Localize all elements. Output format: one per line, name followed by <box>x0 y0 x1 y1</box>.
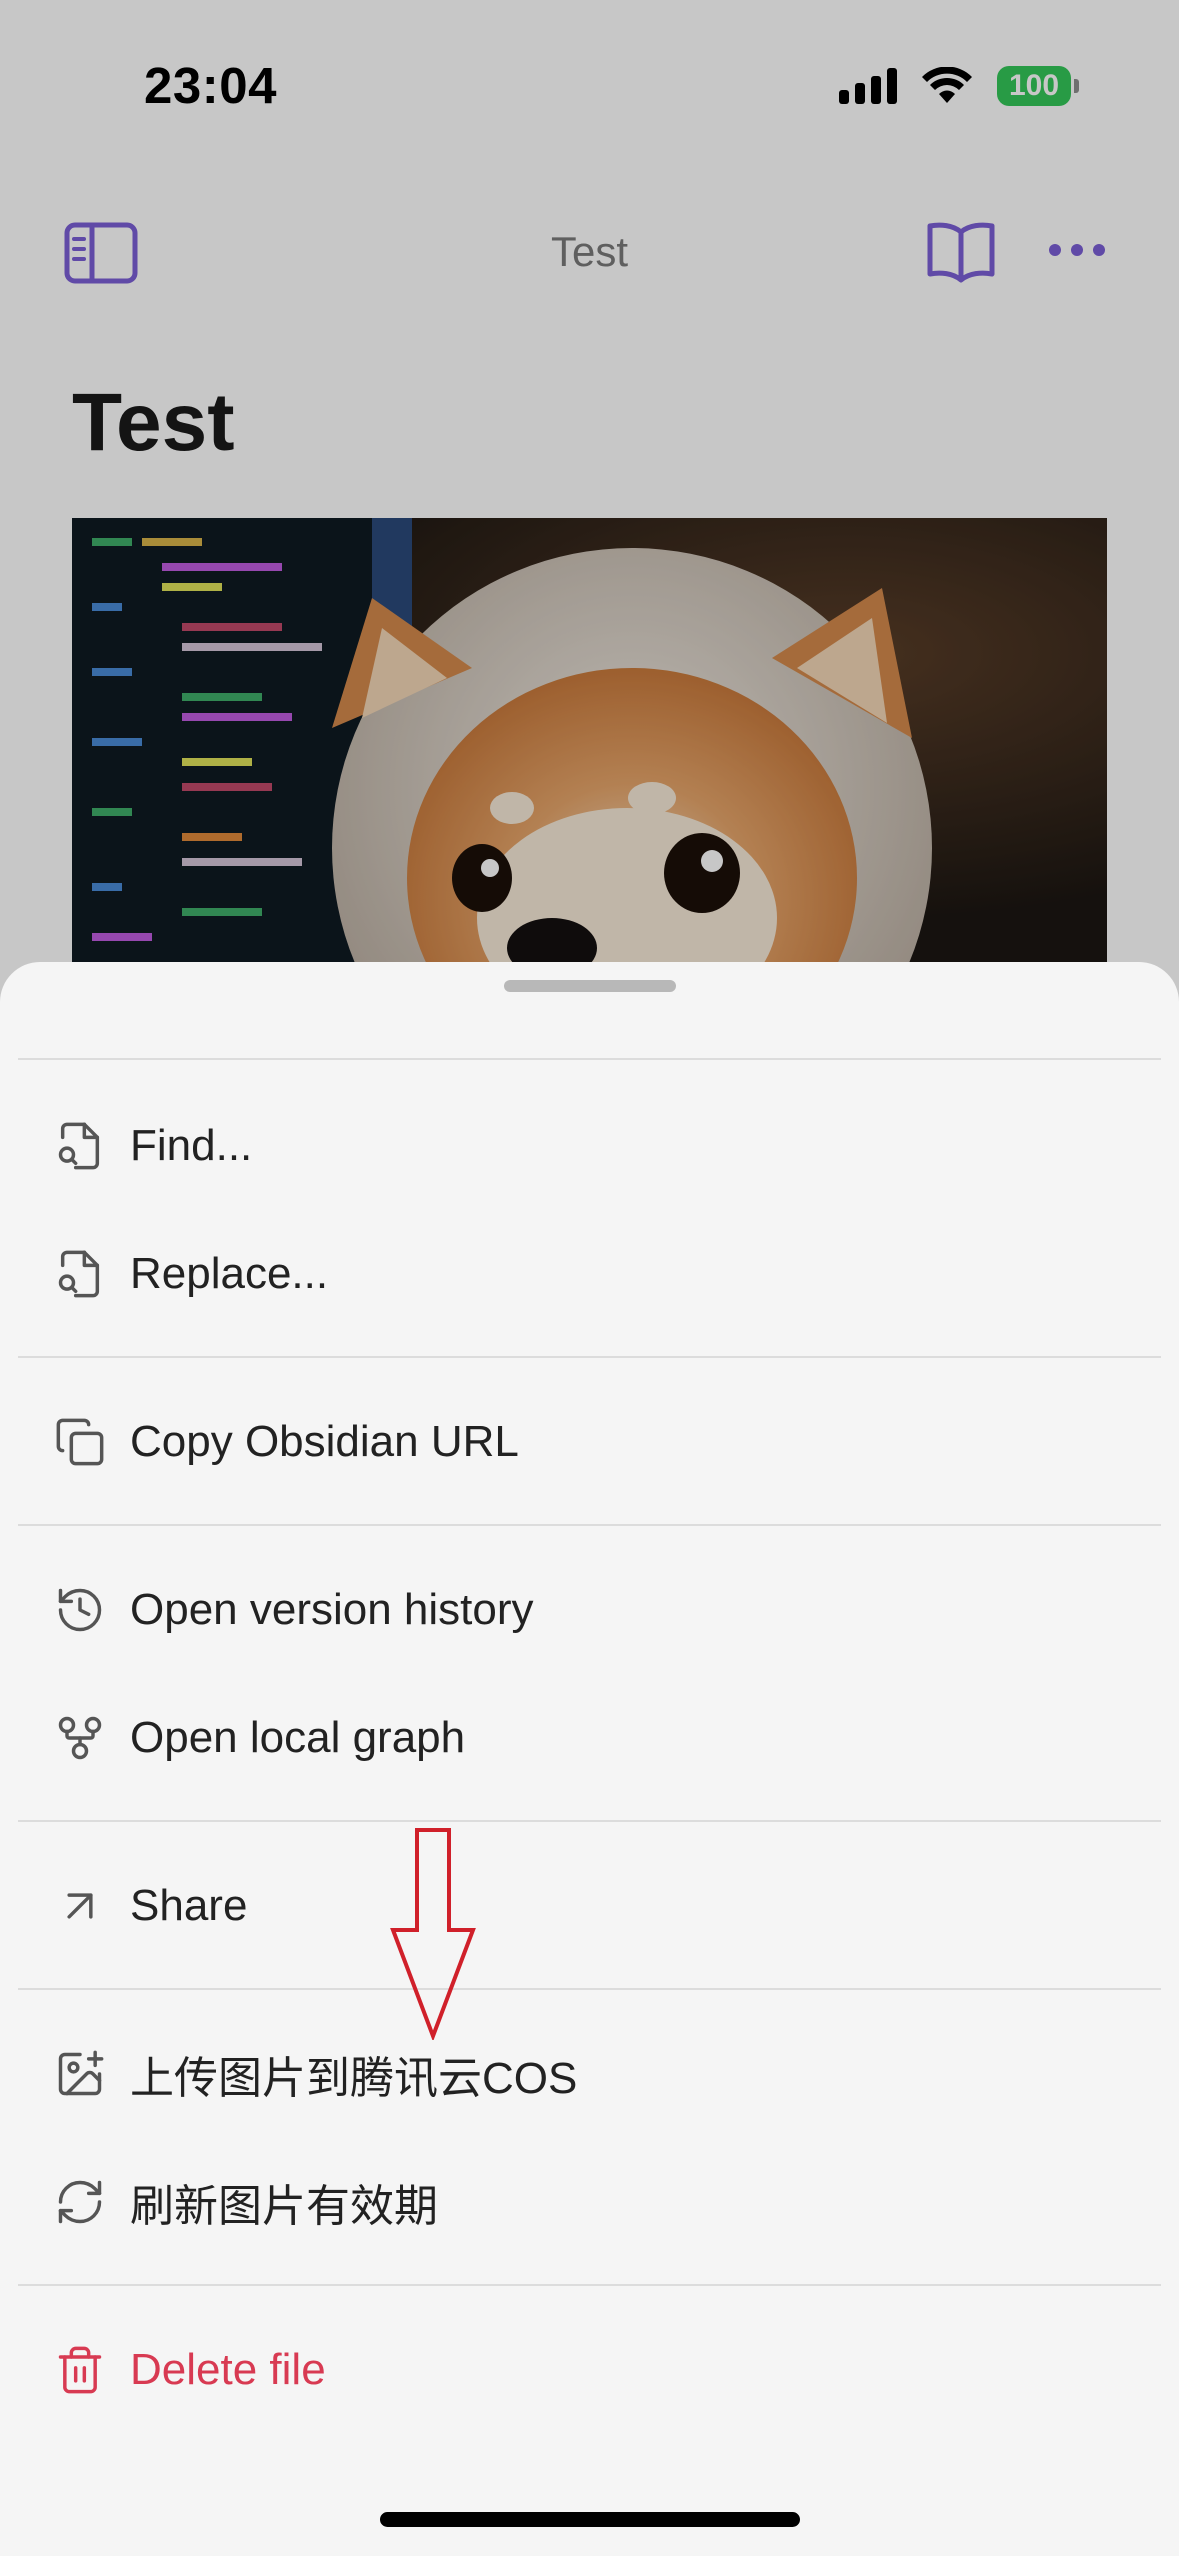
menu-label-share: Share <box>130 1881 248 1930</box>
divider <box>18 2284 1161 2286</box>
action-sheet: Find... Replace... Copy Obsidian URL Ope… <box>0 962 1179 2556</box>
divider <box>18 1988 1161 1990</box>
menu-label-delete-file: Delete file <box>130 2345 326 2394</box>
menu-item-version-history[interactable]: Open version history <box>0 1550 1179 1670</box>
menu-label-version-history: Open version history <box>130 1585 534 1634</box>
menu-label-replace: Replace... <box>130 1249 329 1298</box>
menu-item-copy-url[interactable]: Copy Obsidian URL <box>0 1382 1179 1502</box>
divider <box>18 1820 1161 1822</box>
divider <box>18 1524 1161 1526</box>
trash-icon <box>52 2342 108 2398</box>
file-search-icon <box>52 1246 108 1302</box>
menu-label-upload-cos: 上传图片到腾讯云COS <box>130 2054 578 2103</box>
menu-item-find[interactable]: Find... <box>0 1086 1179 1206</box>
menu-label-find: Find... <box>130 1121 253 1170</box>
app-screen: 23:04 100 Test Test Find... Replace... C… <box>0 0 1179 2556</box>
history-icon <box>52 1582 108 1638</box>
image-plus-icon <box>52 2046 108 2102</box>
arrow-up-right-icon <box>52 1878 108 1934</box>
menu-label-local-graph: Open local graph <box>130 1713 466 1762</box>
menu-item-share[interactable]: Share <box>0 1846 1179 1966</box>
menu-item-local-graph[interactable]: Open local graph <box>0 1678 1179 1798</box>
sheet-grabber[interactable] <box>504 980 676 992</box>
menu-label-refresh-images: 刷新图片有效期 <box>130 2182 438 2231</box>
annotation-arrow-icon <box>390 1828 476 2040</box>
menu-item-delete-file[interactable]: Delete file <box>0 2310 1179 2430</box>
menu-item-refresh-images[interactable]: 刷新图片有效期 <box>0 2142 1179 2262</box>
menu-item-upload-cos[interactable]: 上传图片到腾讯云COS <box>0 2014 1179 2134</box>
copy-icon <box>52 1414 108 1470</box>
refresh-icon <box>52 2174 108 2230</box>
git-fork-icon <box>52 1710 108 1766</box>
menu-label-copy-url: Copy Obsidian URL <box>130 1417 519 1466</box>
file-search-icon <box>52 1118 108 1174</box>
divider <box>18 1356 1161 1358</box>
menu-item-replace[interactable]: Replace... <box>0 1214 1179 1334</box>
home-indicator[interactable] <box>380 2512 800 2527</box>
